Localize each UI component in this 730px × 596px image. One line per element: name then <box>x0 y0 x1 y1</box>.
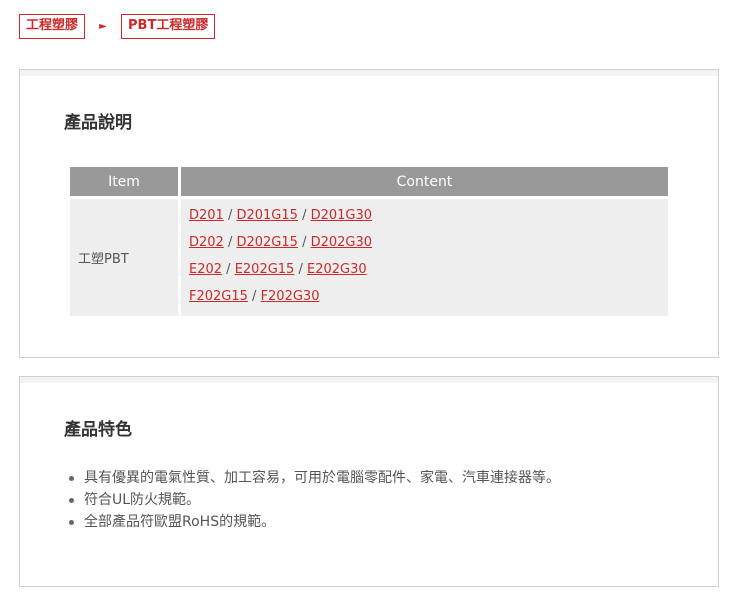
breadcrumb-separator-icon: ► <box>99 21 107 32</box>
panel-top-bar <box>20 70 718 76</box>
model-line: D201 / D201G15 / D201G30 <box>189 208 373 223</box>
product-description-panel: 產品說明 Item Content 工塑PBT D201 / D201G15 /… <box>19 69 719 358</box>
model-link-e202g30[interactable]: E202G30 <box>307 262 367 277</box>
model-link-d202g30[interactable]: D202G30 <box>311 235 372 250</box>
product-spec-table: Item Content 工塑PBT D201 / D201G15 / D201… <box>67 164 671 319</box>
feature-text: 全部產品符歐盟RoHS的規範。 <box>84 514 276 530</box>
model-link-f202g30[interactable]: F202G30 <box>261 289 320 304</box>
model-line: F202G15 / F202G30 <box>189 289 320 304</box>
feature-text: 符合UL防火規範。 <box>84 492 201 508</box>
table-cell-item: 工塑PBT <box>70 199 178 316</box>
model-line: D202 / D202G15 / D202G30 <box>189 235 373 250</box>
bullet-dot-icon <box>69 476 74 481</box>
model-link-d202[interactable]: D202 <box>189 235 224 250</box>
product-features-panel: 產品特色 具有優異的電氣性質、加工容易，可用於電腦零配件、家電、汽車連接器等。 … <box>19 376 719 587</box>
table-header-row: Item Content <box>70 167 668 196</box>
product-description-title: 產品說明 <box>64 113 132 133</box>
breadcrumb: 工程塑膠 ► PBT工程塑膠 <box>19 14 216 39</box>
bullet-dot-icon <box>69 520 74 525</box>
product-features-title: 產品特色 <box>64 420 132 440</box>
model-link-d202g15[interactable]: D202G15 <box>236 235 297 250</box>
breadcrumb-item-engineering-plastics[interactable]: 工程塑膠 <box>19 14 86 39</box>
breadcrumb-item-pbt-plastics[interactable]: PBT工程塑膠 <box>121 14 216 39</box>
list-item: 全部產品符歐盟RoHS的規範。 <box>69 511 560 533</box>
table-header-item: Item <box>70 167 178 196</box>
model-link-d201[interactable]: D201 <box>189 208 224 223</box>
feature-text: 具有優異的電氣性質、加工容易，可用於電腦零配件、家電、汽車連接器等。 <box>84 470 560 486</box>
list-item: 符合UL防火規範。 <box>69 489 560 511</box>
model-line: E202 / E202G15 / E202G30 <box>189 262 367 277</box>
table-row: 工塑PBT D201 / D201G15 / D201G30 D202 / D2… <box>70 199 668 316</box>
model-link-d201g30[interactable]: D201G30 <box>311 208 372 223</box>
model-link-f202g15[interactable]: F202G15 <box>189 289 248 304</box>
feature-list: 具有優異的電氣性質、加工容易，可用於電腦零配件、家電、汽車連接器等。 符合UL防… <box>66 467 560 533</box>
panel-top-bar <box>20 377 718 383</box>
list-item: 具有優異的電氣性質、加工容易，可用於電腦零配件、家電、汽車連接器等。 <box>69 467 560 489</box>
model-link-e202g15[interactable]: E202G15 <box>235 262 295 277</box>
bullet-dot-icon <box>69 498 74 503</box>
model-link-d201g15[interactable]: D201G15 <box>236 208 297 223</box>
model-link-e202[interactable]: E202 <box>189 262 222 277</box>
table-header-content: Content <box>181 167 668 196</box>
table-cell-content: D201 / D201G15 / D201G30 D202 / D202G15 … <box>181 199 668 316</box>
